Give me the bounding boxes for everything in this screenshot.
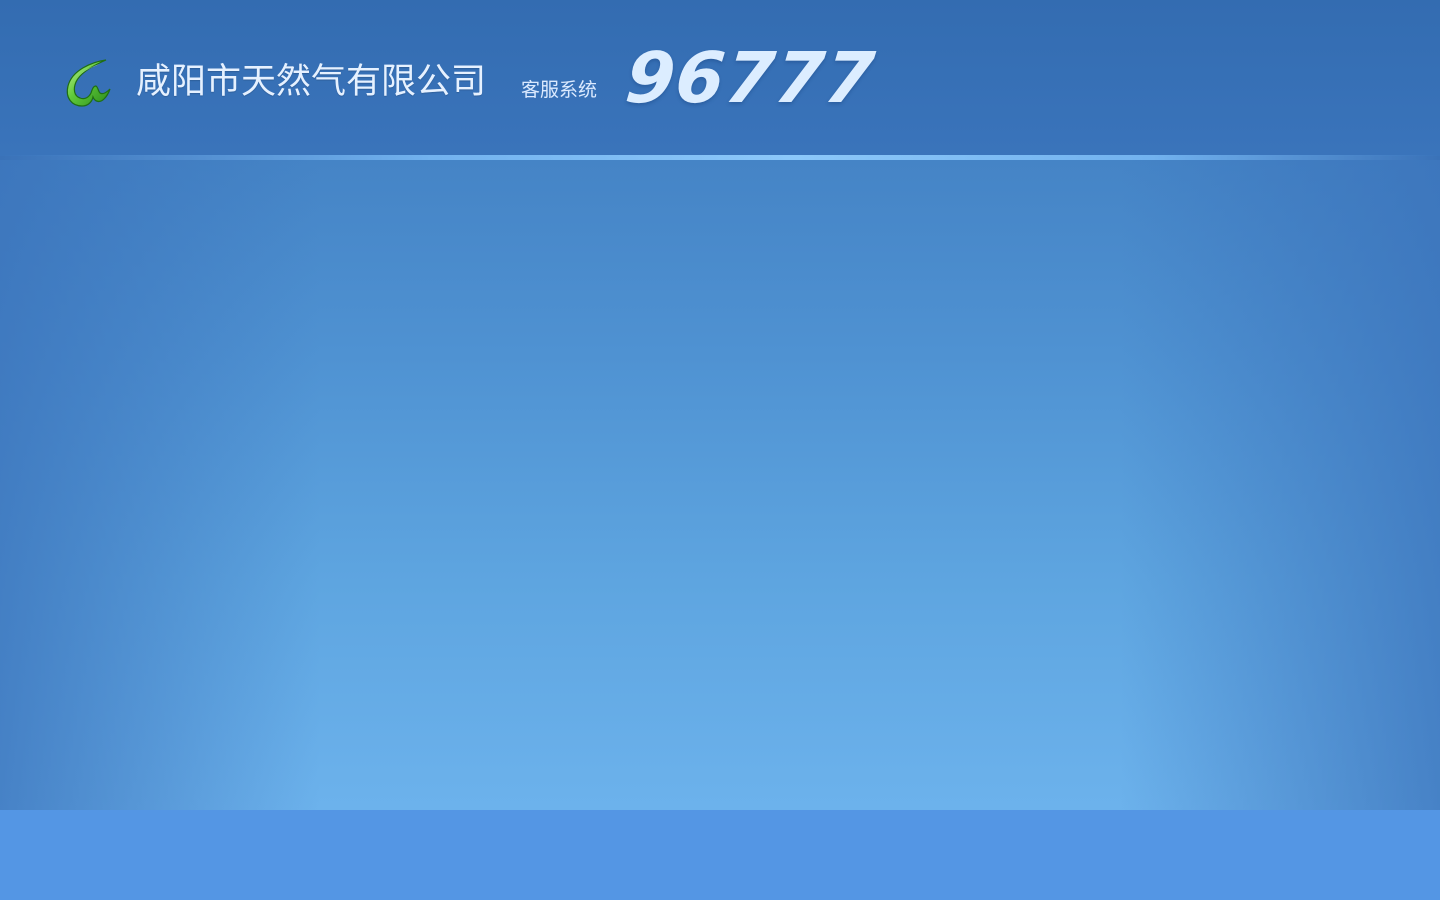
content-left-shade	[0, 160, 320, 810]
main-content-area	[0, 160, 1440, 810]
system-label: 客服系统	[521, 79, 598, 101]
header-bar: 咸阳市天然气有限公司 客服系统 96777	[0, 0, 1440, 156]
content-right-shade	[1120, 160, 1440, 810]
footer-bar	[0, 810, 1440, 900]
hotline-number: 96777	[621, 37, 880, 119]
company-logo-icon	[62, 56, 114, 110]
company-name: 咸阳市天然气有限公司	[136, 62, 487, 102]
